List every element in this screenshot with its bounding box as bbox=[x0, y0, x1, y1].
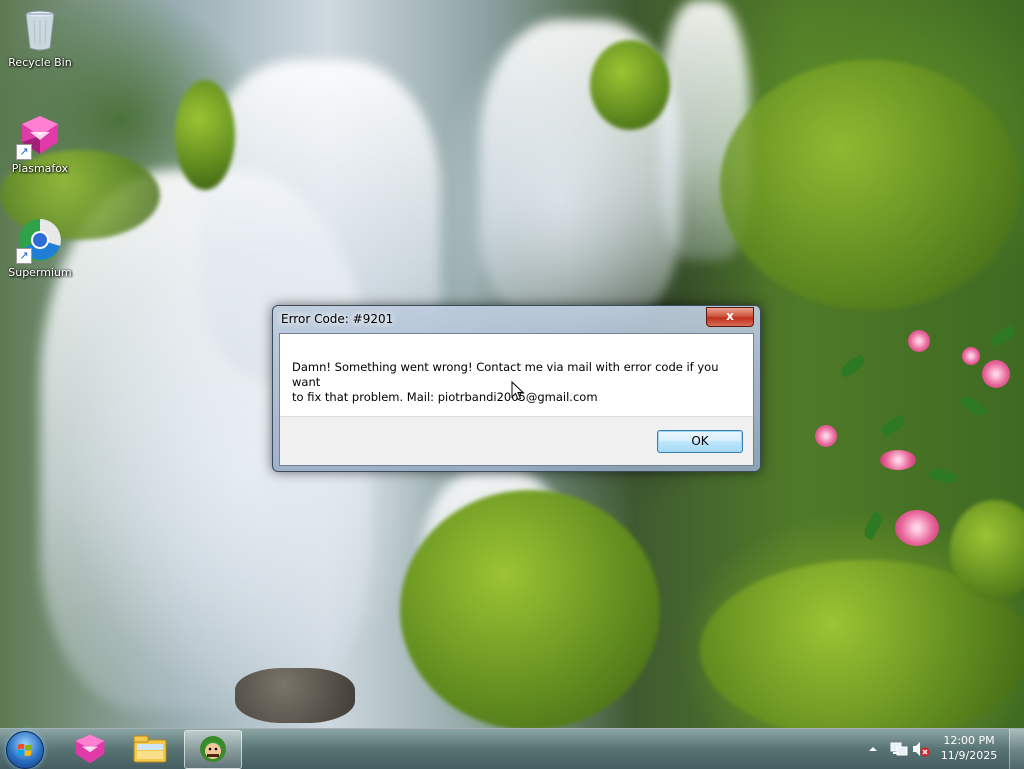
show-hidden-icons-arrow[interactable] bbox=[868, 744, 878, 754]
supermium-icon: ↗ bbox=[16, 216, 64, 264]
ok-button[interactable]: OK bbox=[657, 430, 743, 453]
desktop-icon-plasmafox[interactable]: ↗ Plasmafox bbox=[2, 112, 78, 175]
plasmafox-icon: ↗ bbox=[16, 112, 64, 160]
dialog-button-bar: OK bbox=[280, 416, 753, 465]
desktop-icon-label: Supermium bbox=[8, 266, 72, 279]
mouse-cursor-icon bbox=[511, 381, 525, 401]
network-icon[interactable] bbox=[890, 741, 908, 757]
volume-muted-icon[interactable] bbox=[912, 741, 930, 757]
clock-time: 12:00 PM bbox=[943, 734, 995, 747]
plasmafox-icon bbox=[75, 734, 105, 764]
shortcut-arrow-icon: ↗ bbox=[16, 248, 32, 264]
desktop-icon-label: Plasmafox bbox=[11, 162, 69, 175]
desktop-icon-label: Recycle Bin bbox=[8, 56, 72, 69]
dialog-title: Error Code: #9201 bbox=[281, 312, 394, 326]
taskbar-mario-app-button[interactable] bbox=[184, 730, 242, 769]
recycle-bin-icon bbox=[16, 6, 64, 54]
file-explorer-icon bbox=[133, 735, 167, 763]
show-desktop-button[interactable] bbox=[1009, 729, 1024, 769]
windows-start-orb bbox=[17, 743, 32, 756]
shortcut-arrow-icon: ↗ bbox=[16, 144, 32, 160]
mario-app-icon bbox=[200, 736, 226, 762]
desktop-icon-supermium[interactable]: ↗ Supermium bbox=[2, 216, 78, 279]
clock[interactable]: 12:00 PM 11/9/2025 bbox=[934, 733, 1004, 763]
taskbar: 12:00 PM 11/9/2025 bbox=[0, 728, 1024, 769]
clock-date: 11/9/2025 bbox=[940, 749, 998, 762]
close-button[interactable]: x bbox=[706, 307, 754, 327]
taskbar-file-explorer-button[interactable] bbox=[122, 730, 178, 767]
close-icon: x bbox=[726, 309, 734, 323]
wallpaper-rock bbox=[235, 668, 355, 723]
start-button[interactable] bbox=[6, 731, 44, 769]
desktop-icon-recycle-bin[interactable]: Recycle Bin bbox=[2, 6, 78, 69]
taskbar-plasmafox-button[interactable] bbox=[62, 730, 118, 767]
